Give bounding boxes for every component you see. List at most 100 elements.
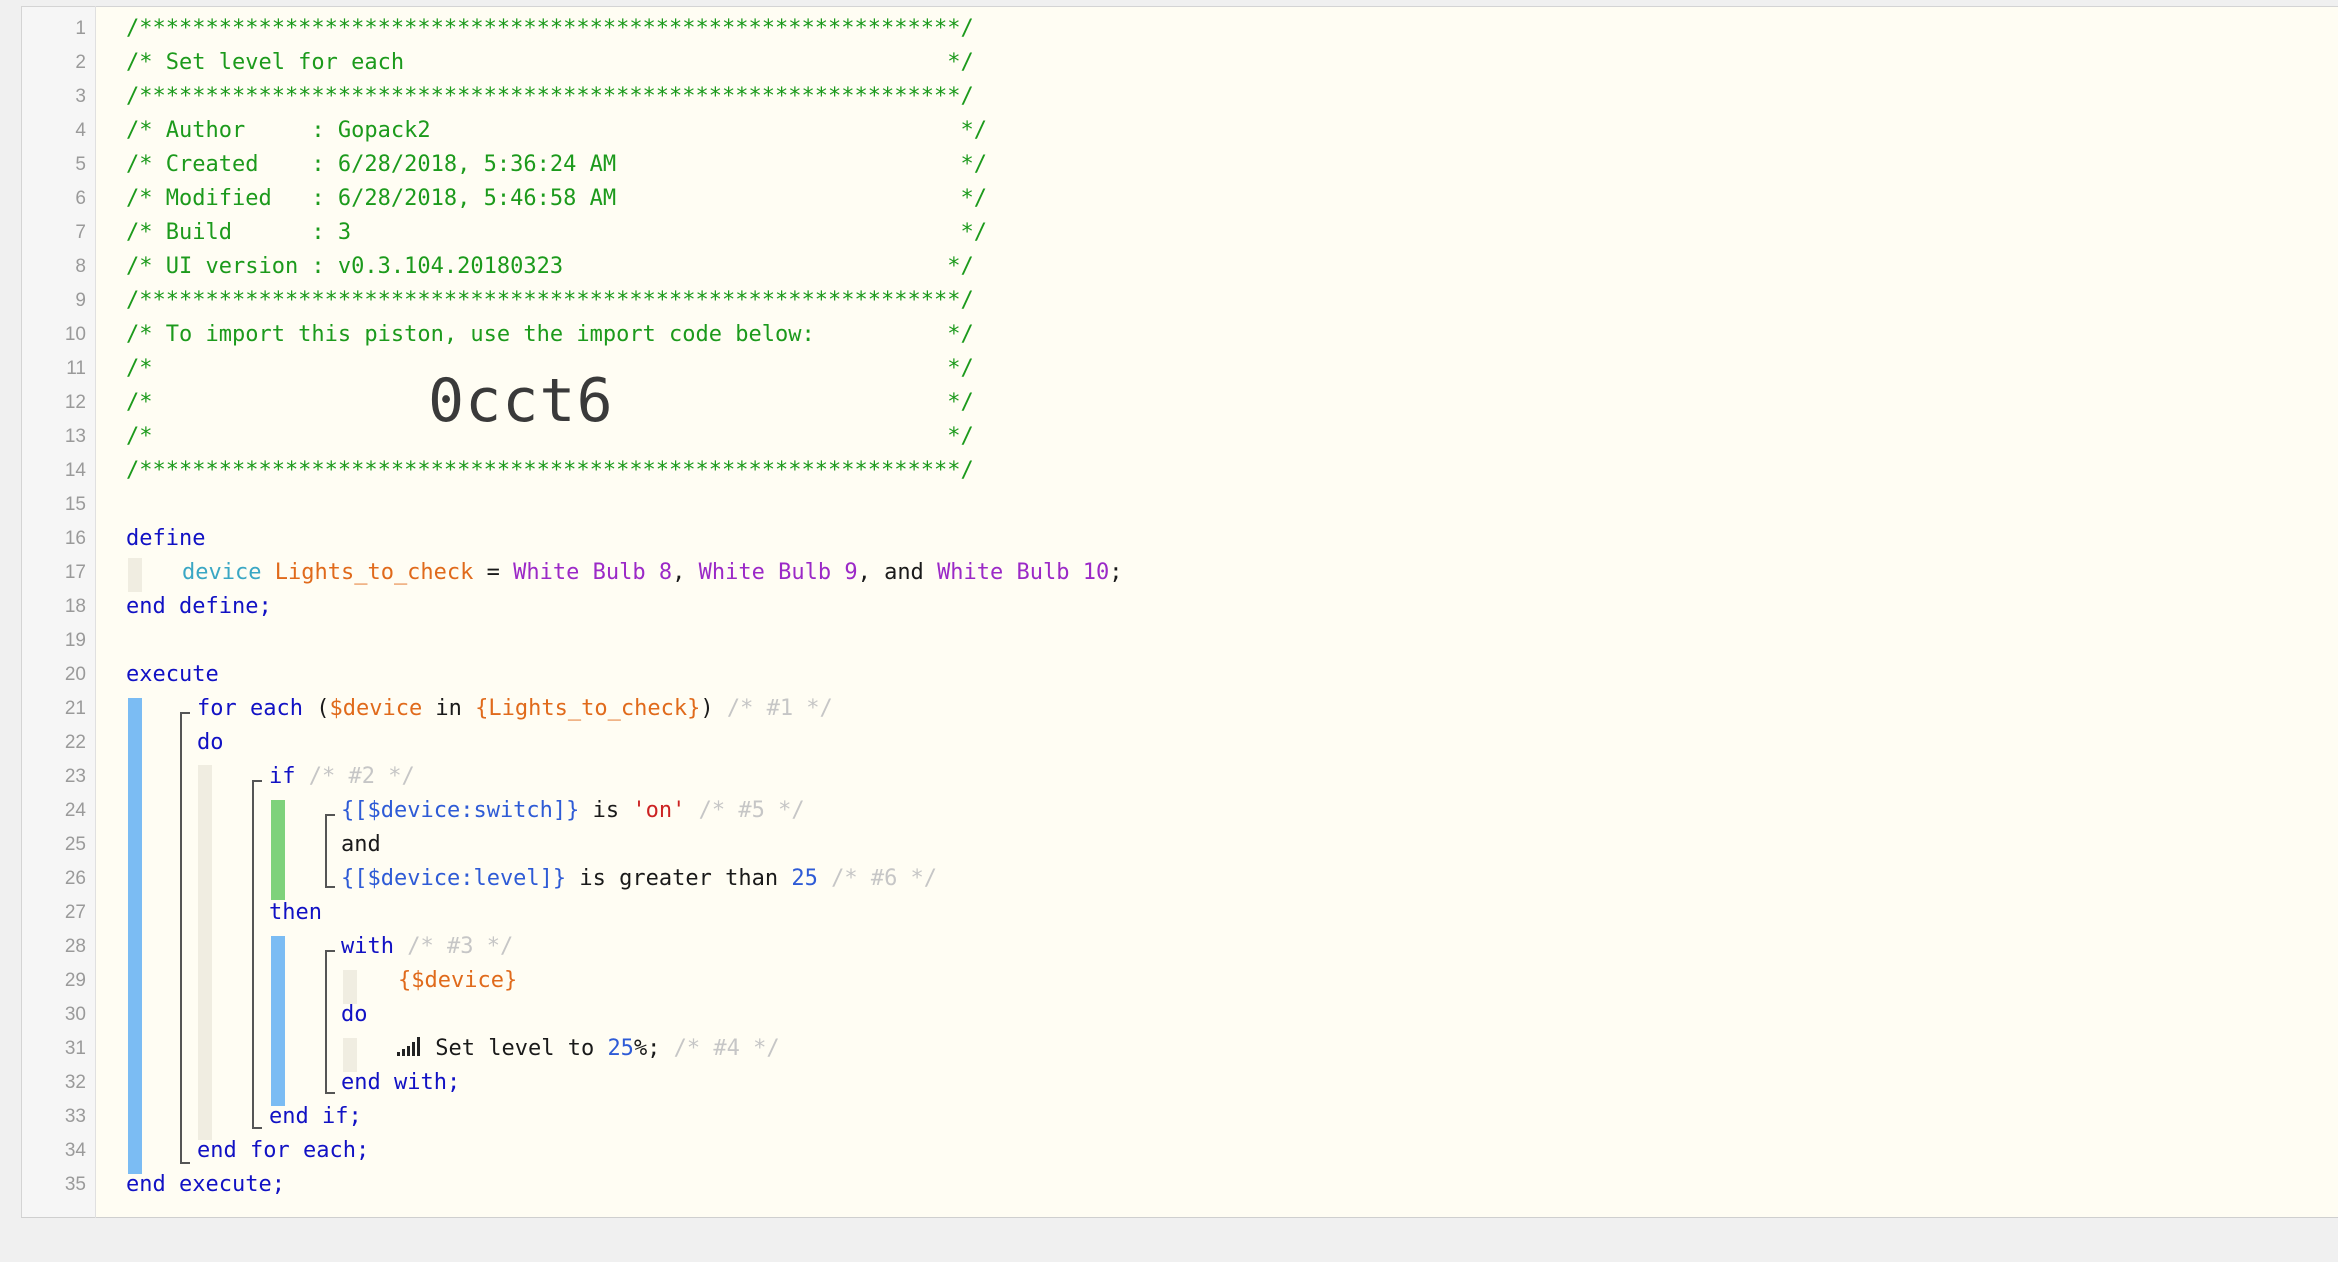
statement-id-comment: /* #4 */ <box>660 1036 780 1061</box>
and-separator: , and <box>857 560 938 585</box>
line-number: 27 <box>64 902 86 923</box>
do-keyword: do <box>197 730 224 755</box>
line-number: 17 <box>64 562 86 583</box>
header-build: /* Build : 3 */ <box>126 220 987 245</box>
line-number: 28 <box>64 936 86 957</box>
line-number: 26 <box>64 868 86 889</box>
is-operator: is <box>579 798 633 823</box>
end-for-each-keyword: end for each; <box>197 1138 370 1163</box>
semicolon: ; <box>1109 560 1123 585</box>
line-number: 34 <box>64 1140 86 1161</box>
action-value: 25 <box>607 1036 634 1061</box>
header-author: /* Author : Gopack2 */ <box>126 118 987 143</box>
end-execute-keyword: end execute; <box>126 1172 285 1197</box>
execute-block-bar <box>128 698 142 1174</box>
end-with-keyword: end with; <box>341 1070 461 1095</box>
line-number: 31 <box>64 1038 86 1059</box>
header-title: /* Set level for each */ <box>126 50 974 75</box>
header-stars: /***************************************… <box>126 84 974 109</box>
line-number: 35 <box>64 1174 86 1195</box>
line-number: 8 <box>75 256 86 277</box>
import-code: 0cct6 <box>428 366 614 436</box>
condition-level: {[$device:level]} is greater than 25 /* … <box>341 862 937 896</box>
line-number: 19 <box>64 630 86 651</box>
line-number: 20 <box>64 664 86 685</box>
line-number: 29 <box>64 970 86 991</box>
then-block-bar <box>271 936 285 1106</box>
with-bracket <box>325 950 335 1094</box>
action-text: Set level to <box>422 1036 608 1061</box>
for-each-keyword: for each <box>197 696 303 721</box>
indent-marker <box>128 558 142 592</box>
switch-attribute: {[$device:switch]} <box>341 798 580 823</box>
for-each-bracket <box>180 712 190 1164</box>
line-number: 18 <box>64 596 86 617</box>
line-number: 12 <box>64 392 86 413</box>
do-keyword: do <box>341 1002 368 1027</box>
line-number: 22 <box>64 732 86 753</box>
line-number: 10 <box>64 324 86 345</box>
line-number: 23 <box>64 766 86 787</box>
and-operator: and <box>341 832 381 857</box>
line-number: 14 <box>64 460 86 481</box>
for-each-statement: for each ($device in {Lights_to_check}) … <box>197 692 833 726</box>
line-number: 16 <box>64 528 86 549</box>
header-created: /* Created : 6/28/2018, 5:36:24 AM */ <box>126 152 987 177</box>
statement-id-comment: /* #3 */ <box>393 934 514 959</box>
comma: , <box>672 560 699 585</box>
signal-level-icon <box>396 1034 422 1068</box>
line-number: 33 <box>64 1106 86 1127</box>
if-bracket <box>252 780 262 1129</box>
threshold-value: 25 <box>791 866 818 891</box>
line-number: 6 <box>75 188 86 209</box>
define-keyword: define <box>126 526 206 551</box>
with-keyword: with <box>341 934 394 959</box>
line-number: 7 <box>75 222 86 243</box>
execute-keyword: execute <box>126 662 219 687</box>
device-definition: device Lights_to_check = White Bulb 8, W… <box>182 556 1123 590</box>
statement-id-comment: /* #5 */ <box>685 798 805 823</box>
statement-id-comment: /* #2 */ <box>295 764 415 789</box>
line-number: 9 <box>75 290 86 311</box>
header-modified: /* Modified : 6/28/2018, 5:46:58 AM */ <box>126 186 987 211</box>
device-1: White Bulb 8 <box>513 560 673 585</box>
header-stars: /***************************************… <box>126 16 974 41</box>
line-number: 32 <box>64 1072 86 1093</box>
set-level-action: Set level to 25%; /* #4 */ <box>396 1032 780 1068</box>
with-statement: with /* #3 */ <box>341 930 513 964</box>
loop-list: {Lights_to_check} <box>475 696 701 721</box>
if-condition-bar <box>271 800 285 900</box>
statement-id-comment: /* #6 */ <box>817 866 938 891</box>
line-number: 3 <box>75 86 86 107</box>
device-3: White Bulb 10 <box>937 560 1110 585</box>
line-number: 4 <box>75 120 86 141</box>
on-value: 'on' <box>632 798 686 823</box>
loop-variable: $device <box>329 696 423 721</box>
header-import-note: /* To import this piston, use the import… <box>126 322 974 347</box>
line-number: 24 <box>64 800 86 821</box>
line-number: 13 <box>64 426 86 447</box>
device-keyword: device <box>182 560 262 585</box>
end-if-keyword: end if; <box>269 1104 362 1129</box>
gutter-divider <box>95 6 96 1218</box>
condition-switch: {[$device:switch]} is 'on' /* #5 */ <box>341 794 805 828</box>
variable-name: Lights_to_check <box>274 560 474 585</box>
level-attribute: {[$device:level]} <box>341 866 567 891</box>
line-number: 21 <box>64 698 86 719</box>
with-device: {$device} <box>398 968 518 993</box>
for-each-block-bar <box>198 765 212 1140</box>
header-ui-version: /* UI version : v0.3.104.20180323 */ <box>126 254 974 279</box>
if-statement: if /* #2 */ <box>269 760 415 794</box>
end-define-keyword: end define; <box>126 594 272 619</box>
close-paren: ) <box>700 696 714 721</box>
in-keyword: in <box>422 696 476 721</box>
statement-id-comment: /* #1 */ <box>713 696 833 721</box>
greater-than-operator: is greater than <box>566 866 792 891</box>
header-stars: /***************************************… <box>126 288 974 313</box>
line-number: 30 <box>64 1004 86 1025</box>
condition-bracket <box>325 814 335 888</box>
action-end: %; <box>633 1036 661 1061</box>
line-number: 15 <box>64 494 86 515</box>
device-2: White Bulb 9 <box>698 560 858 585</box>
then-keyword: then <box>269 900 322 925</box>
